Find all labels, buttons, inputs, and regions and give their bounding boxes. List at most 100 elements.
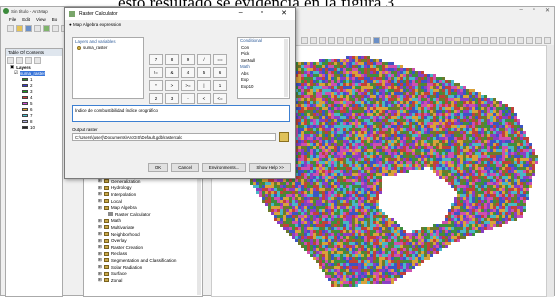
tool-icon-z[interactable] — [526, 37, 533, 44]
tool-icon-j[interactable] — [382, 37, 389, 44]
tool-icon-h[interactable] — [364, 37, 371, 44]
tool-icon-b[interactable] — [310, 37, 317, 44]
expand-icon[interactable]: ⊞ — [98, 198, 102, 204]
tool-icon-u[interactable] — [481, 37, 488, 44]
print-icon[interactable] — [34, 24, 41, 32]
keypad-key[interactable]: == — [213, 54, 227, 65]
expand-icon[interactable]: ⊞ — [98, 218, 102, 224]
functions-scrollbar[interactable] — [284, 39, 288, 97]
keypad-key[interactable]: 6 — [213, 67, 227, 78]
toolbox-item[interactable]: ⊞ Segmentation and Classification — [84, 257, 202, 264]
keypad-key[interactable]: * — [149, 80, 163, 91]
toolbox-item[interactable]: ⊞ Neighborhood — [84, 231, 202, 238]
expand-icon[interactable]: ⊞ — [98, 264, 102, 270]
expand-icon[interactable]: ⊞ — [98, 178, 102, 184]
list-by-drawing-icon[interactable] — [7, 57, 14, 64]
dialog-maximize-icon[interactable]: ▫ — [261, 9, 263, 17]
keypad-key[interactable]: <= — [213, 93, 227, 104]
tool-icon-v[interactable] — [490, 37, 497, 44]
menu-bookmarks[interactable]: Bo — [52, 17, 58, 22]
keypad-key[interactable]: >= — [181, 80, 195, 91]
toolbox-item[interactable]: ⊞ Overlay — [84, 237, 202, 244]
tool-icon-s[interactable] — [463, 37, 470, 44]
toolbox-item[interactable]: ⊞ Reclass — [84, 251, 202, 258]
tool-icon-c[interactable] — [319, 37, 326, 44]
save-icon[interactable] — [25, 24, 32, 32]
expand-icon[interactable]: ⊞ — [98, 231, 102, 237]
expand-icon[interactable]: ⊞ — [98, 205, 102, 211]
toolbox-item[interactable]: ⊞ Map Algebra — [84, 204, 202, 211]
functions-list-panel[interactable]: Conditional Con Pick SetNull Math Abs Ex… — [237, 37, 290, 99]
ok-button[interactable]: OK — [147, 163, 169, 172]
environments-button[interactable]: Environments... — [201, 163, 247, 172]
tool-icon-x[interactable] — [508, 37, 515, 44]
function-exp10[interactable]: Exp10 — [238, 84, 289, 91]
toolbox-item[interactable]: ⊞ Zonal — [84, 277, 202, 284]
tool-icon-i[interactable] — [373, 37, 380, 44]
expand-icon[interactable]: ⊞ — [98, 185, 102, 191]
tool-icon-t[interactable] — [472, 37, 479, 44]
minimize-icon[interactable]: – — [519, 7, 522, 14]
expression-textbox[interactable]: Índice de combustibilidad índice orográf… — [72, 105, 290, 122]
expand-icon[interactable]: ⊞ — [98, 257, 102, 263]
toolbox-item[interactable]: ⊞ Surface — [84, 270, 202, 277]
toolbox-item[interactable]: ⊞ Multivariate — [84, 224, 202, 231]
keypad-key[interactable]: 2 — [149, 93, 163, 104]
tool-icon-q[interactable] — [445, 37, 452, 44]
layer-checkbox-icon[interactable]: ☑ — [14, 70, 18, 76]
dialog-minimize-icon[interactable]: – — [239, 9, 243, 17]
toolbox-item[interactable]: Raster Calculator — [84, 211, 202, 218]
toolbox-item[interactable]: ⊞ Local — [84, 198, 202, 205]
keypad-key[interactable]: > — [165, 80, 179, 91]
expand-icon[interactable]: ⊞ — [98, 238, 102, 244]
toolbox-item[interactable]: ⊞ Hydrology — [84, 185, 202, 192]
tool-icon-d[interactable] — [328, 37, 335, 44]
expand-icon[interactable]: ⊞ — [98, 251, 102, 257]
keypad-key[interactable]: & — [165, 67, 179, 78]
dialog-close-icon[interactable]: ✕ — [281, 9, 287, 17]
list-by-visibility-icon[interactable] — [25, 57, 32, 64]
tool-icon-f[interactable] — [346, 37, 353, 44]
tool-icon-o[interactable] — [427, 37, 434, 44]
tool-icon-m[interactable] — [409, 37, 416, 44]
tool-icon-e[interactable] — [337, 37, 344, 44]
toolbox-item[interactable]: ⊞ Math — [84, 218, 202, 225]
tool-icon-ab[interactable] — [544, 37, 551, 44]
keypad-key[interactable]: != — [149, 67, 163, 78]
keypad-key[interactable]: 4 — [181, 67, 195, 78]
expand-icon[interactable]: ⊞ — [98, 271, 102, 277]
tool-icon-aa[interactable] — [535, 37, 542, 44]
keypad-key[interactable]: 5 — [197, 67, 211, 78]
keypad-key[interactable]: / — [197, 54, 211, 65]
toolbox-item[interactable]: ⊞ Solar Radiation — [84, 264, 202, 271]
close-icon[interactable]: ✕ — [545, 7, 550, 14]
open-icon[interactable] — [16, 24, 23, 32]
output-raster-field[interactable]: C:\Users\(user)\Documents\ArcGIS\Default… — [72, 133, 276, 141]
keypad-key[interactable]: 7 — [149, 54, 163, 65]
tool-icon-y[interactable] — [517, 37, 524, 44]
menu-view[interactable]: View — [36, 17, 46, 22]
expand-icon[interactable]: ⊞ — [98, 244, 102, 250]
browse-folder-icon[interactable] — [279, 132, 289, 142]
expand-icon[interactable]: ⊞ — [98, 191, 102, 197]
tool-icon-l[interactable] — [400, 37, 407, 44]
layers-list-panel[interactable]: Layers and variables suma_raster — [72, 37, 144, 99]
keypad-key[interactable]: < — [197, 93, 211, 104]
tool-icon-n[interactable] — [418, 37, 425, 44]
keypad-key[interactable]: 8 — [165, 54, 179, 65]
show-help-button[interactable]: Show Help >> — [249, 163, 291, 172]
keypad-key[interactable]: 3 — [165, 93, 179, 104]
menu-edit[interactable]: Edit — [22, 17, 30, 22]
keypad-key[interactable]: | — [197, 80, 211, 91]
options-icon[interactable] — [34, 57, 41, 64]
tool-icon-k[interactable] — [391, 37, 398, 44]
new-icon[interactable] — [7, 24, 14, 32]
tool-icon-r[interactable] — [454, 37, 461, 44]
list-by-source-icon[interactable] — [16, 57, 23, 64]
add-data-icon[interactable] — [43, 24, 50, 32]
tool-icon-a[interactable] — [301, 37, 308, 44]
menu-file[interactable]: File — [9, 17, 16, 22]
tool-icon-p[interactable] — [436, 37, 443, 44]
keypad-key[interactable]: 1 — [213, 80, 227, 91]
maximize-icon[interactable]: ▫ — [533, 7, 535, 14]
